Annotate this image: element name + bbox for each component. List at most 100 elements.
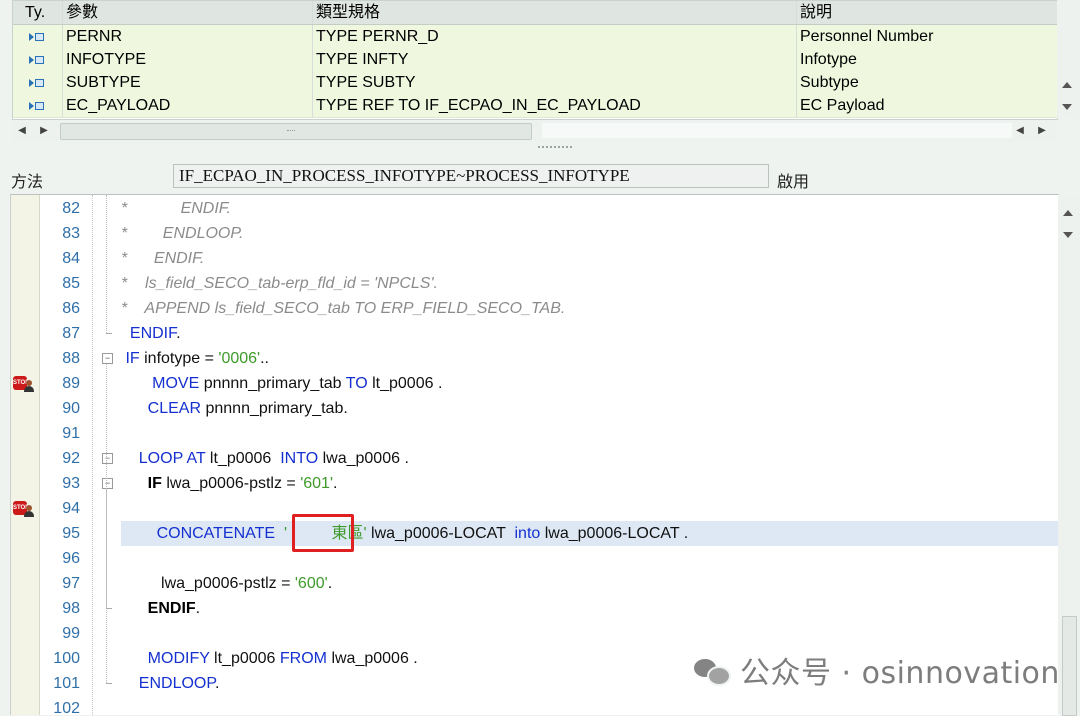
code-token: lwa_p0006-LOCAT <box>366 525 515 542</box>
column-header-type-spec[interactable]: 類型規格 <box>313 1 797 24</box>
parameter-table-header: Ty. 參數 類型規格 說明 <box>13 1 1057 25</box>
parameter-table-vertical-scrollbar[interactable] <box>1057 0 1079 118</box>
code-token: pnnnn_primary_tab <box>199 375 346 392</box>
code-line[interactable]: IF infotype = '0006'.. <box>121 346 269 371</box>
abap-code-editor[interactable]: 82 * ENDIF. 83 * ENDLOOP. 84 * ENDIF. 85 * ls_f… <box>10 194 1059 715</box>
code-line[interactable]: * ENDIF. <box>121 246 204 271</box>
scroll-up-icon[interactable] <box>1063 210 1073 216</box>
importing-parameter-icon <box>29 78 44 88</box>
code-token: lt_p0006 <box>205 450 281 467</box>
method-name-field[interactable]: IF_ECPAO_IN_PROCESS_INFOTYPE~PROCESS_INF… <box>173 164 769 188</box>
code-line[interactable]: CONCATENATE ' 東區' lwa_p0006-LOCAT into l… <box>121 521 689 546</box>
code-line[interactable]: * ENDIF. <box>121 196 231 221</box>
session-breakpoint-icon[interactable]: STOP <box>13 499 37 519</box>
line-number: 93 <box>62 475 80 492</box>
scroll-down-icon[interactable] <box>1063 232 1073 238</box>
fold-end-tick <box>106 683 112 685</box>
parameter-description[interactable]: EC Payload <box>797 94 1057 117</box>
breakpoint-gutter[interactable] <box>11 195 40 715</box>
code-comment: * ENDIF. <box>121 200 231 217</box>
parameter-table-horizontal-scrollbar[interactable]: ◀ ▶ ◀ ▶ <box>12 120 1056 142</box>
scroll-thumb[interactable] <box>60 123 532 140</box>
parameter-name[interactable]: SUBTYPE <box>63 71 313 94</box>
code-token: lwa_p0006-pstlz = <box>121 575 295 592</box>
column-header-description[interactable]: 說明 <box>797 1 1057 24</box>
code-line[interactable]: CLEAR pnnnn_primary_tab. <box>121 396 348 421</box>
line-number: 86 <box>62 300 80 317</box>
line-number: 94 <box>62 500 80 517</box>
scroll-right-icon[interactable]: ▶ <box>36 123 52 139</box>
parameter-name[interactable]: PERNR <box>63 25 313 48</box>
importing-parameter-icon <box>29 32 44 42</box>
code-line[interactable]: lwa_p0006-pstlz = '600'. <box>121 571 332 596</box>
importing-parameter-icon <box>29 101 44 111</box>
fold-guide <box>106 195 108 333</box>
editor-vertical-scrollbar[interactable] <box>1058 196 1080 716</box>
code-line[interactable]: MOVE pnnnn_primary_tab TO lt_p0006 . <box>121 371 442 396</box>
line-number: 83 <box>62 225 80 242</box>
code-line[interactable]: ENDIF. <box>121 596 200 621</box>
scroll-down-icon[interactable] <box>1062 104 1072 110</box>
line-number: 88 <box>62 350 80 367</box>
line-number: 92 <box>62 450 80 467</box>
code-token: lwa_p0006 . <box>327 650 418 667</box>
method-status: 啟用 <box>777 174 810 191</box>
code-keyword: CONCATENATE <box>156 525 276 542</box>
code-line[interactable]: * ls_field_SECO_tab-erp_fld_id = 'NPCLS'… <box>121 271 438 296</box>
code-token: . <box>333 475 338 492</box>
parameter-description[interactable]: Infotype <box>797 48 1057 71</box>
code-token: pnnnn_primary_tab. <box>201 400 348 417</box>
code-line[interactable]: IF lwa_p0006-pstlz = '601'. <box>121 471 338 496</box>
line-number: 85 <box>62 275 80 292</box>
code-token: lwa_p0006-LOCAT . <box>540 525 689 542</box>
pane-splitter-grip[interactable] <box>538 146 572 152</box>
parameter-row[interactable]: INFOTYPE TYPE INFTY Infotype <box>13 48 1057 72</box>
parameter-type[interactable]: TYPE REF TO IF_ECPAO_IN_EC_PAYLOAD <box>313 94 797 117</box>
scroll-thumb[interactable] <box>1062 616 1077 716</box>
code-line[interactable]: ENDIF. <box>121 321 181 346</box>
watermark: 公众号 · osinnovation <box>694 650 1060 691</box>
code-comment: * ENDIF. <box>121 250 205 267</box>
parameter-type[interactable]: TYPE SUBTY <box>313 71 797 94</box>
scroll-left-icon[interactable]: ◀ <box>14 123 30 139</box>
line-number: 82 <box>62 200 80 217</box>
code-comment: * APPEND ls_field_SECO_tab TO ERP_FIELD_… <box>121 300 566 317</box>
code-keyword: ENDIF <box>129 325 177 342</box>
parameter-type[interactable]: TYPE INFTY <box>313 48 797 71</box>
parameter-description[interactable]: Subtype <box>797 71 1057 94</box>
scroll-track[interactable] <box>542 123 1012 138</box>
code-keyword: CLEAR <box>147 400 202 417</box>
code-token: . <box>214 675 220 692</box>
scroll-up-icon[interactable] <box>1062 82 1072 88</box>
parameter-row[interactable]: PERNR TYPE PERNR_D Personnel Number <box>13 25 1057 49</box>
fold-collapse-icon[interactable]: − <box>102 353 113 364</box>
parameter-row[interactable]: EC_PAYLOAD TYPE REF TO IF_ECPAO_IN_EC_PAY… <box>13 94 1057 118</box>
code-line[interactable]: MODIFY lt_p0006 FROM lwa_p0006 . <box>121 646 418 671</box>
code-line[interactable]: * ENDLOOP. <box>121 221 243 246</box>
column-header-ty[interactable]: Ty. <box>13 1 63 24</box>
code-token: lwa_p0006-pstlz = <box>161 475 301 492</box>
column-header-parameter[interactable]: 參數 <box>63 1 313 24</box>
parameter-row[interactable]: SUBTYPE TYPE SUBTY Subtype <box>13 71 1057 95</box>
code-line[interactable]: ENDLOOP. <box>121 671 220 696</box>
watermark-text: 公众号 · osinnovation <box>740 656 1060 691</box>
line-number: 100 <box>53 650 80 667</box>
parameter-type[interactable]: TYPE PERNR_D <box>313 25 797 48</box>
scroll-right-icon[interactable]: ▶ <box>1034 123 1050 139</box>
parameter-name[interactable]: EC_PAYLOAD <box>63 94 313 117</box>
code-keyword: INTO <box>280 450 319 467</box>
code-keyword: into <box>514 525 541 542</box>
code-line[interactable]: * APPEND ls_field_SECO_tab TO ERP_FIELD_… <box>121 296 565 321</box>
code-string: '601' <box>300 475 334 492</box>
scroll-left-icon[interactable]: ◀ <box>1012 123 1028 139</box>
session-breakpoint-icon[interactable]: STOP <box>13 374 37 394</box>
code-line[interactable]: LOOP AT lt_p0006 INTO lwa_p0006 . <box>121 446 409 471</box>
parameter-description[interactable]: Personnel Number <box>797 25 1057 48</box>
parameter-name[interactable]: INFOTYPE <box>63 48 313 71</box>
